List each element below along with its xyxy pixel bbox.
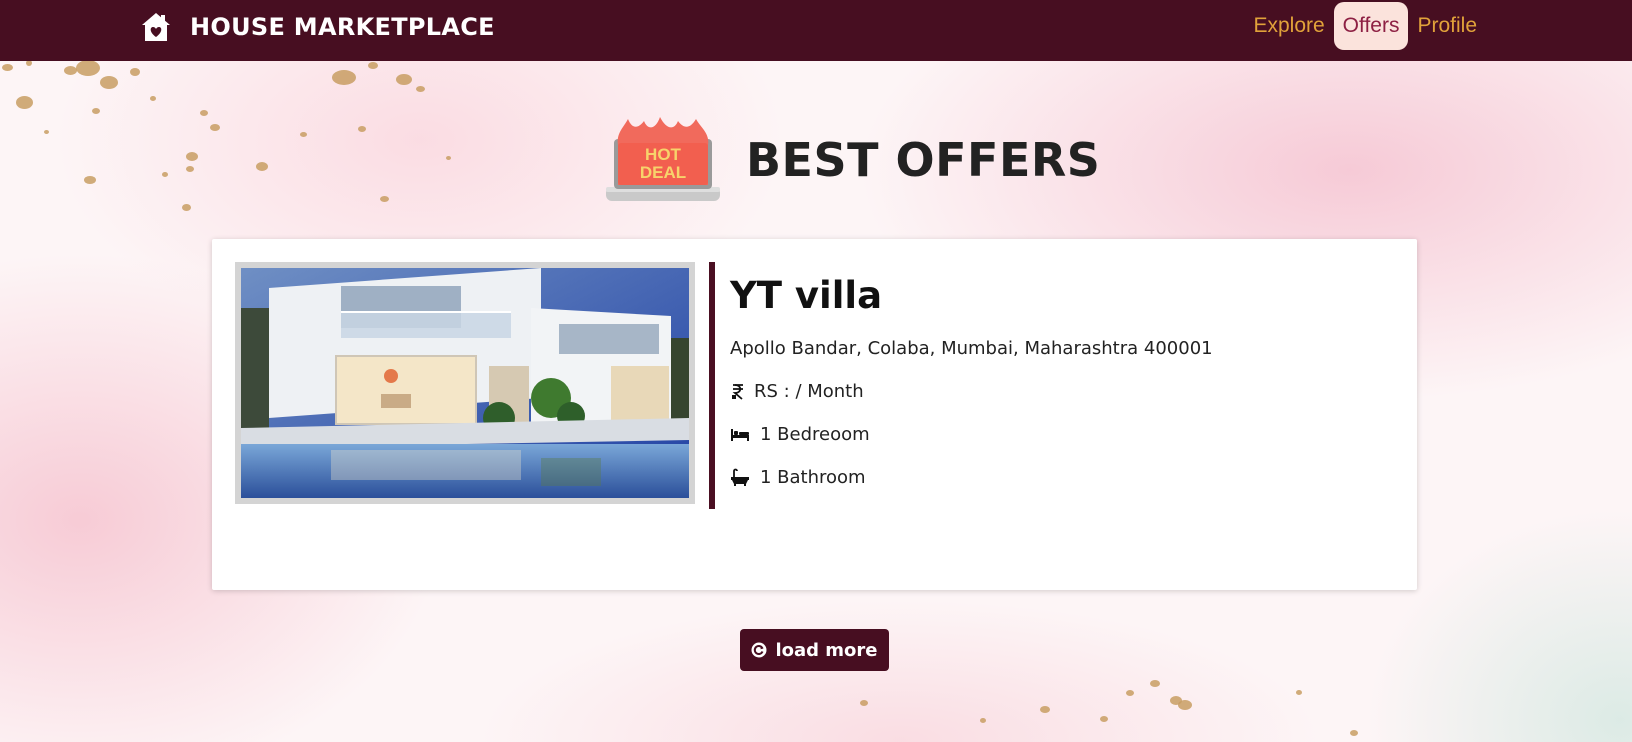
listing-price-row: RS : / Month bbox=[730, 381, 1213, 402]
top-navbar: HOUSE MARKETPLACE Explore Offers Profile bbox=[0, 0, 1632, 61]
listing-photo bbox=[241, 268, 689, 498]
listing-info: YT villa Apollo Bandar, Colaba, Mumbai, … bbox=[730, 275, 1213, 488]
bathtub-icon bbox=[731, 468, 749, 487]
hot-deal-line2: DEAL bbox=[640, 163, 686, 182]
listing-bathrooms-row: 1 Bathroom bbox=[730, 467, 1213, 488]
rupee-icon bbox=[732, 383, 743, 400]
listing-bathrooms: 1 Bathroom bbox=[760, 466, 866, 488]
listing-photo-frame bbox=[235, 262, 695, 504]
listing-card[interactable]: YT villa Apollo Bandar, Colaba, Mumbai, … bbox=[212, 239, 1417, 590]
nav-link-explore[interactable]: Explore bbox=[1244, 2, 1333, 50]
bed-icon bbox=[731, 429, 749, 442]
load-more-button[interactable]: load more bbox=[740, 629, 889, 671]
house-icon bbox=[142, 13, 170, 41]
listing-address: Apollo Bandar, Colaba, Mumbai, Maharasht… bbox=[730, 337, 1213, 359]
refresh-icon bbox=[751, 642, 767, 658]
listing-title[interactable]: YT villa bbox=[730, 275, 1213, 317]
hot-deal-line1: HOT bbox=[645, 145, 682, 164]
nav-links: Explore Offers Profile bbox=[1244, 2, 1486, 50]
brand-name: HOUSE MARKETPLACE bbox=[190, 13, 495, 41]
brand[interactable]: HOUSE MARKETPLACE bbox=[139, 10, 495, 44]
nav-link-offers[interactable]: Offers bbox=[1333, 2, 1409, 50]
hot-deal-icon: HOT DEAL bbox=[606, 117, 720, 201]
page-heading: HOT DEAL BEST OFFERS bbox=[604, 115, 1100, 205]
listing-price: RS : / Month bbox=[754, 380, 864, 402]
card-divider bbox=[709, 262, 715, 509]
listing-bedrooms-row: 1 Bedreoom bbox=[730, 424, 1213, 445]
page-title: BEST OFFERS bbox=[746, 133, 1101, 187]
listing-bedrooms: 1 Bedreoom bbox=[760, 423, 870, 445]
load-more-label: load more bbox=[775, 639, 878, 661]
nav-link-profile[interactable]: Profile bbox=[1408, 2, 1486, 50]
